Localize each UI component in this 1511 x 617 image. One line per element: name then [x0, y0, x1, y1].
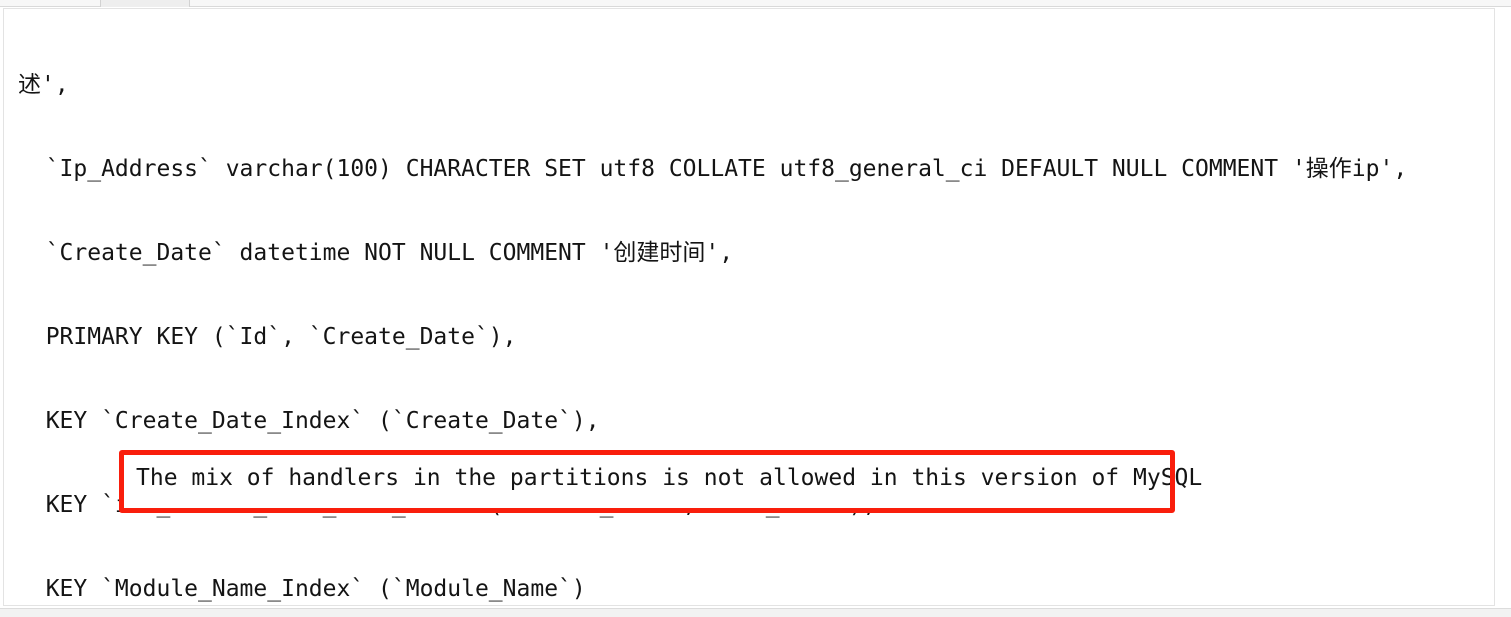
- status-bar: [0, 608, 1511, 617]
- result-console-panel[interactable]: 述', `Ip_Address` varchar(100) CHARACTER …: [3, 8, 1495, 606]
- console-line: PRIMARY KEY (`Id`, `Create_Date`),: [18, 324, 517, 350]
- console-line: KEY `Create_Date_Index` (`Create_Date`),: [18, 408, 600, 434]
- annotation-error-text: The mix of handlers in the partitions is…: [136, 465, 1203, 491]
- tab-bar: [0, 0, 1511, 7]
- console-line: `Create_Date` datetime NOT NULL COMMENT …: [18, 240, 734, 266]
- console-line: `Ip_Address` varchar(100) CHARACTER SET …: [18, 156, 1408, 182]
- console-line: 述',: [18, 72, 69, 98]
- console-line: KEY `Module_Name_Index` (`Module_Name`): [18, 576, 586, 602]
- console-output: 述', `Ip_Address` varchar(100) CHARACTER …: [18, 15, 1494, 605]
- sql-client-result-screen: 述', `Ip_Address` varchar(100) CHARACTER …: [0, 0, 1511, 617]
- result-tab[interactable]: [100, 0, 190, 7]
